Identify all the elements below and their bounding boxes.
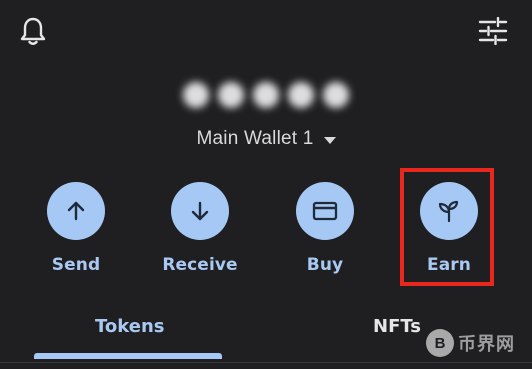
send-button[interactable]: Send [36,182,116,282]
card-icon [312,201,338,221]
earn-highlight-box [400,168,494,286]
balance-mask-dot [323,82,349,108]
receive-circle [171,182,229,240]
receive-label: Receive [162,255,238,275]
watermark-text: 币界网 [458,334,515,354]
buy-button[interactable]: Buy [285,182,365,282]
send-label: Send [51,255,101,275]
balance-hidden [176,78,356,112]
watermark-logo-icon: B [426,329,454,357]
arrow-down-icon [191,201,209,221]
send-circle [47,182,105,240]
wallet-name: Main Wallet 1 [196,128,314,149]
balance-mask-dot [183,82,209,108]
receive-button[interactable]: Receive [160,182,240,282]
active-tab-indicator [34,353,222,359]
watermark: B 币界网 [426,326,515,360]
balance-mask-dot [253,82,279,108]
buy-label: Buy [306,255,344,275]
wallet-selector[interactable]: Main Wallet 1 [176,124,356,154]
bell-icon[interactable] [14,12,52,50]
tab-divider [0,362,532,363]
buy-circle [296,182,354,240]
caret-down-icon [323,136,336,144]
tab-nfts[interactable]: NFTs [373,316,421,346]
tab-tokens[interactable]: Tokens [95,316,164,346]
wallet-screen: Main Wallet 1 Send Receive Buy Earn Toke… [0,0,532,369]
balance-mask-dot [218,82,244,108]
sliders-icon[interactable] [474,12,512,50]
arrow-up-icon [67,201,85,221]
balance-mask-dot [288,82,314,108]
